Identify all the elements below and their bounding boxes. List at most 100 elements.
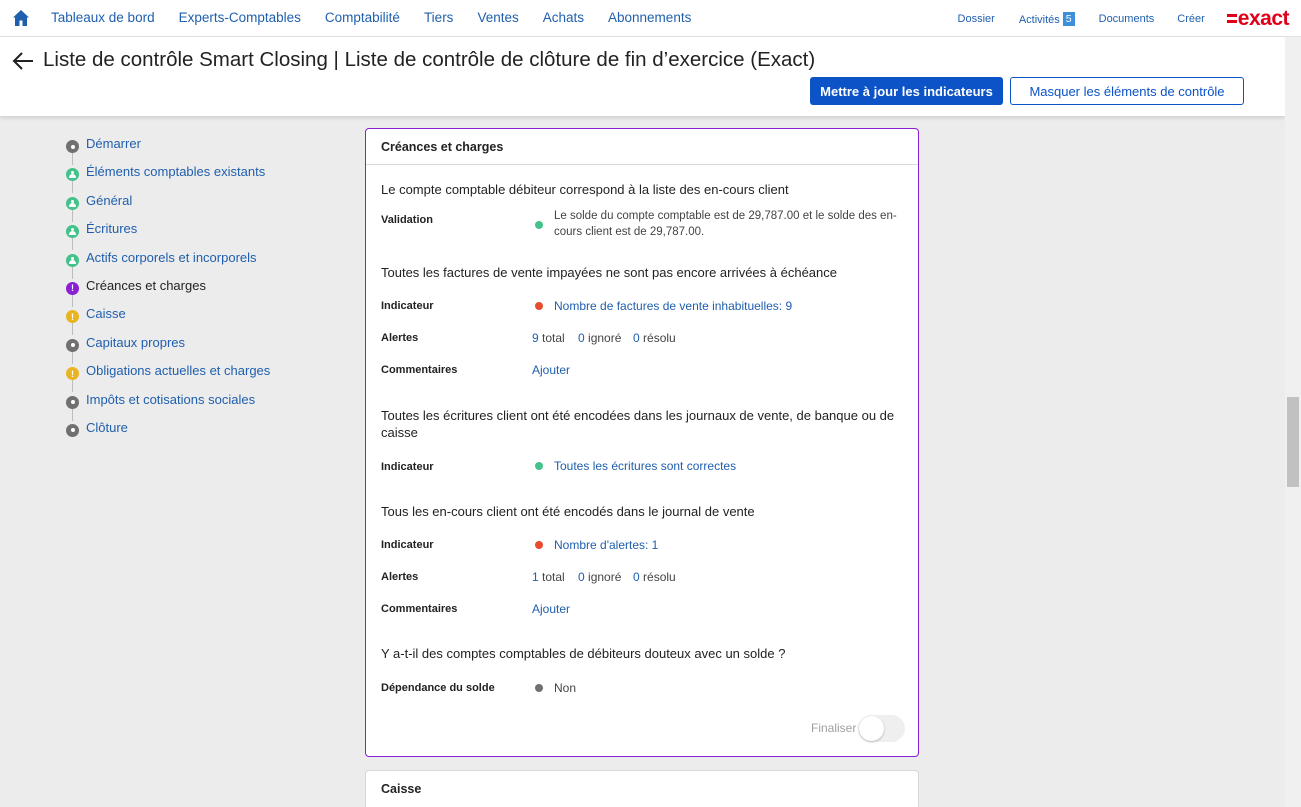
alerts-resolved[interactable]: 0 résolu bbox=[633, 331, 676, 345]
step-status-neutral-icon bbox=[66, 395, 79, 409]
status-error-dot-icon bbox=[535, 302, 543, 310]
step-status-warning-icon: ! bbox=[66, 367, 79, 381]
top-navigation: Tableaux de bord Experts-Comptables Comp… bbox=[0, 0, 1301, 37]
add-comment-link[interactable]: Ajouter bbox=[532, 363, 570, 377]
home-icon[interactable] bbox=[12, 9, 30, 27]
checklist-steps: Démarrer Éléments comptables existants G… bbox=[66, 136, 270, 448]
step-status-done-icon bbox=[66, 196, 79, 210]
alerts-ignored[interactable]: 0 ignoré bbox=[578, 331, 621, 345]
step-label: Éléments comptables existants bbox=[86, 164, 266, 180]
toggle-knob bbox=[859, 716, 884, 741]
alerts-resolved-label: résolu bbox=[643, 570, 676, 584]
step-cloture[interactable]: Clôture bbox=[66, 420, 270, 448]
step-status-done-icon bbox=[66, 225, 79, 239]
step-capitaux-propres[interactable]: Capitaux propres bbox=[66, 334, 270, 364]
alerts-total-label: total bbox=[542, 570, 565, 584]
comments-label: Commentaires bbox=[381, 603, 458, 615]
nav-comptabilite[interactable]: Comptabilité bbox=[325, 10, 400, 25]
alerts-total[interactable]: 9 total bbox=[532, 331, 565, 345]
step-obligations[interactable]: ! Obligations actuelles et charges bbox=[66, 363, 271, 393]
alerts-label: Alertes bbox=[381, 332, 419, 344]
step-status-alert-icon: ! bbox=[66, 281, 79, 295]
question-title: Tous les en-cours client ont été encodés… bbox=[381, 504, 755, 519]
question-title: Toutes les factures de vente impayées ne… bbox=[381, 265, 837, 280]
step-status-warning-icon: ! bbox=[66, 310, 79, 324]
page-title: Liste de contrôle Smart Closing | Liste … bbox=[43, 48, 816, 71]
step-label: Créances et charges bbox=[86, 277, 206, 293]
nav-tiers[interactable]: Tiers bbox=[424, 10, 454, 25]
alerts-total-count: 1 bbox=[532, 570, 539, 584]
alerts-ignored-label: ignoré bbox=[588, 570, 622, 584]
step-label: Obligations actuelles et charges bbox=[86, 363, 271, 379]
alerts-resolved-label: résolu bbox=[643, 331, 676, 345]
alerts-label: Alertes bbox=[381, 571, 419, 583]
logo-bars-icon bbox=[1226, 14, 1237, 23]
step-label: Actifs corporels et incorporels bbox=[86, 249, 257, 265]
card-title: Créances et charges bbox=[366, 129, 918, 165]
page-header: Liste de contrôle Smart Closing | Liste … bbox=[0, 37, 1285, 116]
nav-ventes[interactable]: Ventes bbox=[477, 10, 518, 25]
nav-dossier[interactable]: Dossier bbox=[958, 13, 995, 25]
alerts-resolved[interactable]: 0 résolu bbox=[633, 570, 676, 584]
step-label: Caisse bbox=[86, 306, 126, 322]
step-label: Clôture bbox=[86, 419, 128, 435]
alerts-total-label: total bbox=[542, 331, 565, 345]
step-label: Général bbox=[86, 192, 133, 208]
step-impots[interactable]: Impôts et cotisations sociales bbox=[66, 391, 270, 421]
step-label: Capitaux propres bbox=[86, 334, 185, 350]
alerts-total[interactable]: 1 total bbox=[532, 570, 565, 584]
alerts-total-count: 9 bbox=[532, 331, 539, 345]
step-creances-et-charges[interactable]: ! Créances et charges bbox=[66, 277, 270, 307]
nav-achats[interactable]: Achats bbox=[543, 10, 584, 25]
nav-right: Dossier Activités 5 Documents Créer exact bbox=[958, 0, 1301, 37]
scrollbar[interactable] bbox=[1285, 37, 1301, 807]
alerts-ignored[interactable]: 0 ignoré bbox=[578, 570, 621, 584]
hide-control-elements-button[interactable]: Masquer les éléments de contrôle bbox=[1010, 77, 1244, 105]
section-card-creances: Créances et charges Le compte comptable … bbox=[365, 128, 919, 757]
step-elements-comptables[interactable]: Éléments comptables existants bbox=[66, 164, 270, 194]
indicator-link[interactable]: Toutes les écritures sont correctes bbox=[554, 459, 736, 473]
indicator-label: Indicateur bbox=[381, 300, 434, 312]
comments-label: Commentaires bbox=[381, 364, 458, 376]
nav-documents[interactable]: Documents bbox=[1099, 13, 1155, 25]
alerts-resolved-count: 0 bbox=[633, 331, 640, 345]
alerts-ignored-label: ignoré bbox=[588, 331, 622, 345]
finalize-label: Finaliser bbox=[811, 721, 857, 735]
step-ecritures[interactable]: Écritures bbox=[66, 221, 270, 251]
step-general[interactable]: Général bbox=[66, 192, 270, 222]
step-demarrer[interactable]: Démarrer bbox=[66, 136, 270, 165]
step-label: Écritures bbox=[86, 221, 138, 237]
add-comment-link[interactable]: Ajouter bbox=[532, 602, 570, 616]
activites-count-badge: 5 bbox=[1062, 11, 1075, 26]
alerts-resolved-count: 0 bbox=[633, 570, 640, 584]
finalize-toggle[interactable] bbox=[858, 715, 905, 742]
nav-experts-comptables[interactable]: Experts-Comptables bbox=[179, 10, 301, 25]
exact-logo[interactable]: exact bbox=[1226, 7, 1290, 31]
balance-dependency-label: Dépendance du solde bbox=[381, 682, 495, 694]
indicator-label: Indicateur bbox=[381, 461, 434, 473]
step-status-neutral-icon bbox=[66, 423, 79, 437]
nav-activites-label: Activités bbox=[1018, 13, 1060, 26]
nav-activites[interactable]: Activités 5 bbox=[1018, 11, 1075, 26]
question-title: Toutes les écritures client ont été enco… bbox=[381, 408, 895, 440]
indicator-label: Indicateur bbox=[381, 539, 434, 551]
main-menu: Tableaux de bord Experts-Comptables Comp… bbox=[51, 10, 715, 25]
back-arrow-icon[interactable] bbox=[12, 51, 34, 71]
question-title: Le compte comptable débiteur correspond … bbox=[381, 182, 789, 197]
card-title: Caisse bbox=[381, 782, 422, 796]
update-indicators-button[interactable]: Mettre à jour les indicateurs bbox=[810, 77, 1003, 105]
step-caisse[interactable]: ! Caisse bbox=[66, 306, 270, 336]
step-status-neutral-icon bbox=[66, 140, 79, 153]
status-error-dot-icon bbox=[535, 541, 543, 549]
nav-abonnements[interactable]: Abonnements bbox=[608, 10, 691, 25]
validation-text: Le solde du compte comptable est de 29,7… bbox=[554, 210, 897, 238]
indicator-link[interactable]: Nombre d'alertes: 1 bbox=[554, 538, 658, 552]
scrollbar-thumb[interactable] bbox=[1287, 397, 1299, 487]
step-label: Impôts et cotisations sociales bbox=[86, 391, 256, 407]
section-card-caisse: Caisse bbox=[365, 770, 919, 807]
step-actifs[interactable]: Actifs corporels et incorporels bbox=[66, 249, 270, 279]
status-ok-dot-icon bbox=[535, 462, 543, 470]
nav-tableaux-de-bord[interactable]: Tableaux de bord bbox=[51, 10, 155, 25]
indicator-link[interactable]: Nombre de factures de vente inhabituelle… bbox=[554, 299, 792, 313]
nav-creer[interactable]: Créer bbox=[1177, 13, 1205, 25]
